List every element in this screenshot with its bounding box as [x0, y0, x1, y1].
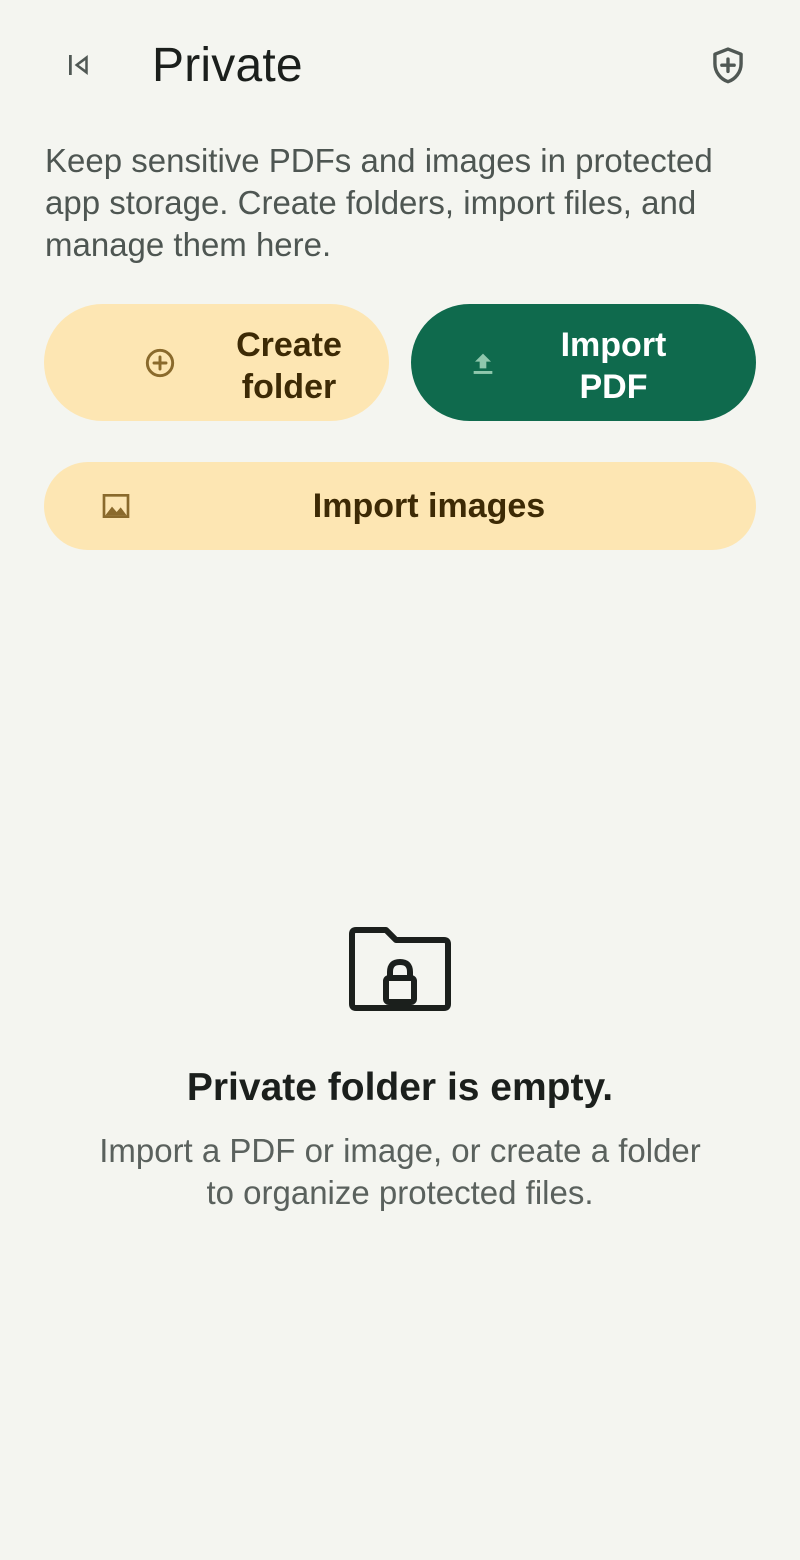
create-folder-button[interactable]: Create folder	[44, 304, 389, 421]
create-folder-label: Create folder	[236, 326, 342, 406]
shield-add-icon	[713, 47, 743, 84]
page-title: Private	[152, 39, 303, 92]
empty-state-title: Private folder is empty.	[186, 1066, 614, 1109]
top-app-bar: Private	[0, 0, 800, 130]
empty-state-subtitle: Import a PDF or image, or create a folde…	[99, 1132, 701, 1211]
import-images-button[interactable]: Import images	[44, 462, 756, 550]
add-circle-icon	[144, 347, 176, 379]
locked-folder-icon	[349, 927, 451, 1011]
upload-icon	[467, 347, 499, 379]
import-pdf-label: Import PDF	[560, 326, 667, 406]
import-pdf-button[interactable]: Import PDF	[411, 304, 756, 421]
private-screen: Private Keep sensitive PDFs and images i…	[0, 0, 800, 1560]
shield-add-button[interactable]	[698, 36, 758, 96]
empty-state: Private folder is empty. Import a PDF or…	[0, 920, 800, 1214]
description-text: Keep sensitive PDFs and images in protec…	[45, 142, 713, 263]
back-button[interactable]	[50, 36, 108, 94]
import-images-label: Import images	[312, 487, 546, 525]
skip-previous-icon	[69, 55, 88, 75]
